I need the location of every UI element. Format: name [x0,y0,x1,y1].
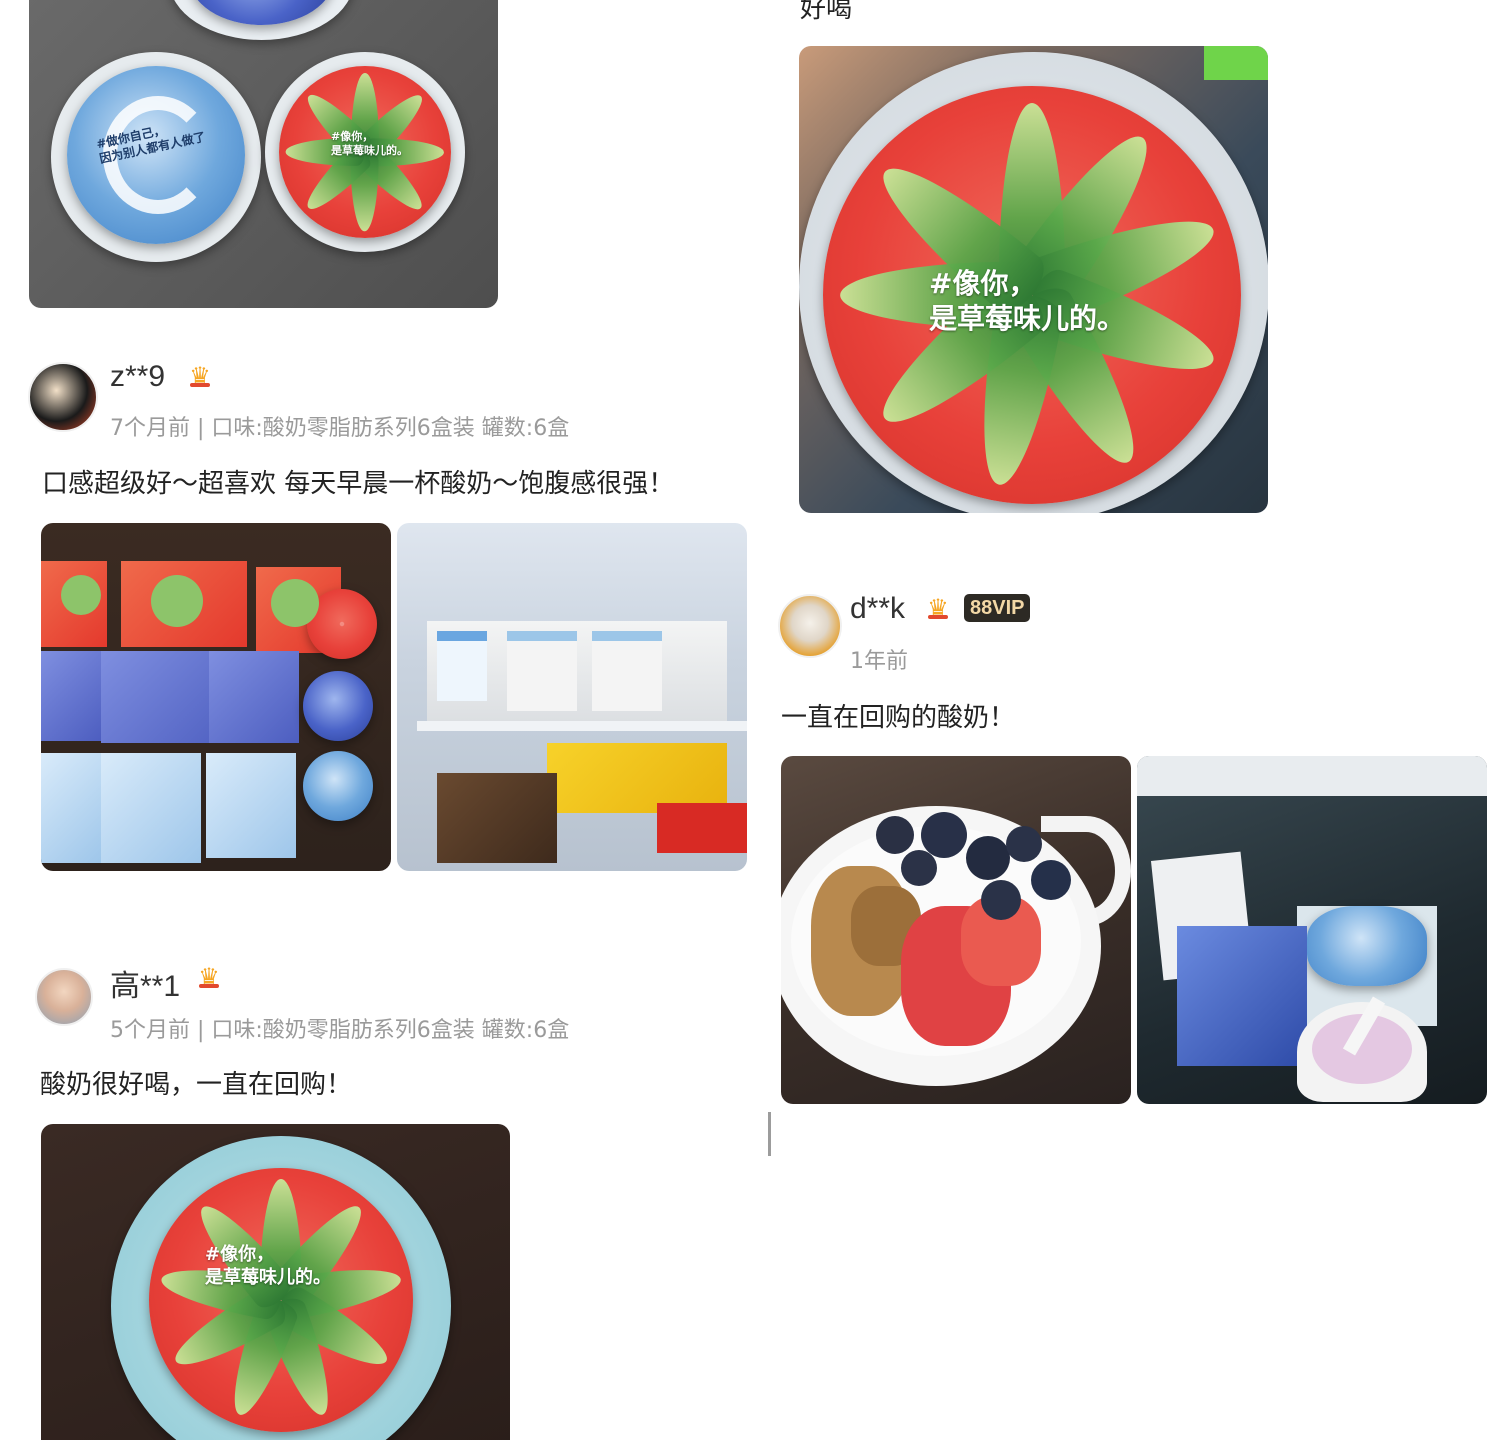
crown-icon: ♛ [193,964,225,990]
review-photo-yogurt-cups[interactable] [1137,756,1487,1104]
review-photo-boxes[interactable] [41,523,391,871]
avatar[interactable] [35,968,93,1026]
cup-lid-strawberry: #像你， 是草莓味儿的。 [149,1168,413,1432]
vip-badge: 88VIP [964,594,1031,622]
green-tag [1204,46,1268,80]
avatar[interactable] [778,594,842,658]
reviews-page: #做你自己， 因为别人都有人做了 #像你， 是草莓味儿的。 好喝 #像你， 是草… [0,0,1500,1440]
review-text: 酸奶很好喝，一直在回购！ [40,1070,353,1100]
avatar[interactable] [28,362,98,432]
review-text: 口感超级好～超喜欢 每天早晨一杯酸奶～饱腹感很强！ [42,469,675,499]
scroll-indicator [768,1112,771,1156]
cup-right-lid: #像你， 是草莓味儿的。 [279,66,451,238]
lid-caption: #像你， [929,267,1037,300]
review-photo-yogurt-bowl[interactable] [781,756,1131,1104]
cup-left-lid: #做你自己， 因为别人都有人做了 [67,66,245,244]
lid-caption: #像你， [205,1244,275,1265]
username[interactable]: z**9 [110,360,165,394]
review-text: 一直在回购的酸奶！ [781,703,1016,733]
lid-caption: 是草莓味儿的。 [929,302,1126,335]
review-photo-cups-three[interactable]: #做你自己， 因为别人都有人做了 #像你， 是草莓味儿的。 [29,0,498,308]
lid-caption: 是草莓味儿的。 [205,1266,331,1288]
username[interactable]: d**k [850,592,905,626]
username[interactable]: 高**1 [110,961,180,1005]
review-meta: 1年前 [850,649,908,674]
review-photo-fridge[interactable] [397,523,747,871]
lid-caption: 是草莓味儿的。 [331,143,408,157]
crown-icon: ♛ [184,363,216,389]
lid-caption: #像你， [331,130,374,143]
cup-lid-strawberry: #像你， 是草莓味儿的。 [823,86,1241,504]
prev-review-text-tail: 好喝 [800,0,853,24]
review-photo-strawberry-lid-2[interactable]: #像你， 是草莓味儿的。 [41,1124,510,1440]
review-meta: 7个月前 | 口味:酸奶零脂肪系列6盒装 罐数:6盒 [110,416,570,441]
crown-icon: ♛ [922,595,954,621]
review-meta: 5个月前 | 口味:酸奶零脂肪系列6盒装 罐数:6盒 [110,1018,570,1043]
review-photo-strawberry-lid[interactable]: #像你， 是草莓味儿的。 [799,46,1268,513]
